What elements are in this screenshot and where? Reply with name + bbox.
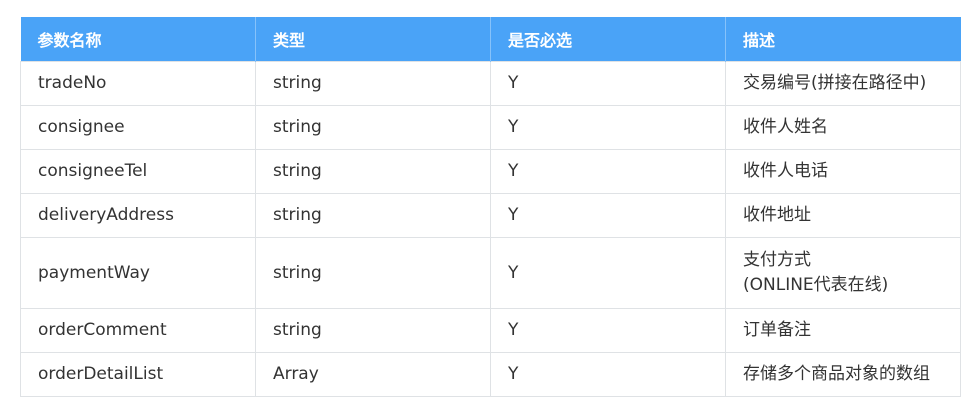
cell-description: 收件地址 xyxy=(725,193,961,238)
cell-description: 订单备注 xyxy=(725,308,961,353)
table-header: 参数名称 类型 是否必选 描述 xyxy=(20,17,961,62)
params-table-container: 参数名称 类型 是否必选 描述 tradeNo string Y 交易编号(拼接… xyxy=(20,17,961,397)
cell-required: Y xyxy=(490,149,726,194)
description-line: (ONLINE代表在线) xyxy=(743,275,889,295)
cell-param-name: orderComment xyxy=(20,308,256,353)
cell-type: string xyxy=(255,193,491,238)
cell-required: Y xyxy=(490,61,726,106)
description-line: 支付方式 xyxy=(743,250,811,270)
cell-required: Y xyxy=(490,193,726,238)
cell-description: 支付方式 (ONLINE代表在线) xyxy=(725,237,961,309)
cell-param-name: orderDetailList xyxy=(20,352,256,397)
cell-required: Y xyxy=(490,105,726,150)
header-description: 描述 xyxy=(725,17,961,62)
table-row: deliveryAddress string Y 收件地址 xyxy=(20,193,961,238)
table-row: orderComment string Y 订单备注 xyxy=(20,308,961,353)
table-row: consigneeTel string Y 收件人电话 xyxy=(20,149,961,194)
header-row: 参数名称 类型 是否必选 描述 xyxy=(20,17,961,62)
table-row: tradeNo string Y 交易编号(拼接在路径中) xyxy=(20,61,961,106)
table-row: orderDetailList Array Y 存储多个商品对象的数组 xyxy=(20,352,961,397)
cell-description: 交易编号(拼接在路径中) xyxy=(725,61,961,106)
cell-type: string xyxy=(255,149,491,194)
cell-required: Y xyxy=(490,237,726,309)
cell-param-name: deliveryAddress xyxy=(20,193,256,238)
table-row: consignee string Y 收件人姓名 xyxy=(20,105,961,150)
cell-description: 收件人姓名 xyxy=(725,105,961,150)
cell-description: 存储多个商品对象的数组 xyxy=(725,352,961,397)
table-row: paymentWay string Y 支付方式 (ONLINE代表在线) xyxy=(20,237,961,309)
cell-param-name: tradeNo xyxy=(20,61,256,106)
cell-param-name: paymentWay xyxy=(20,237,256,309)
cell-type: string xyxy=(255,308,491,353)
header-type: 类型 xyxy=(255,17,491,62)
header-param-name: 参数名称 xyxy=(20,17,256,62)
cell-required: Y xyxy=(490,352,726,397)
params-table: 参数名称 类型 是否必选 描述 tradeNo string Y 交易编号(拼接… xyxy=(20,17,961,397)
cell-description: 收件人电话 xyxy=(725,149,961,194)
cell-param-name: consignee xyxy=(20,105,256,150)
cell-required: Y xyxy=(490,308,726,353)
cell-type: string xyxy=(255,105,491,150)
table-body: tradeNo string Y 交易编号(拼接在路径中) consignee … xyxy=(20,61,961,397)
cell-type: string xyxy=(255,237,491,309)
header-required: 是否必选 xyxy=(490,17,726,62)
cell-type: Array xyxy=(255,352,491,397)
cell-type: string xyxy=(255,61,491,106)
cell-param-name: consigneeTel xyxy=(20,149,256,194)
